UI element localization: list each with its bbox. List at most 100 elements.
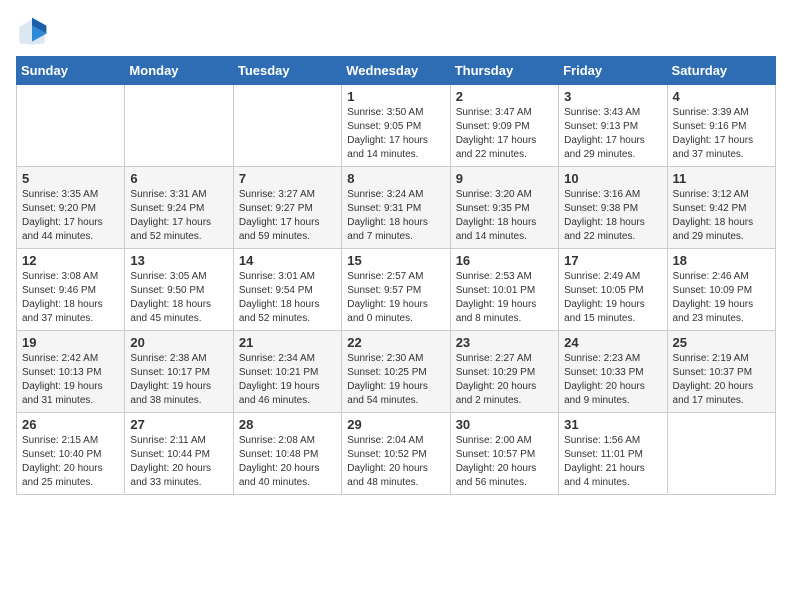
day-info: Sunrise: 3:16 AM Sunset: 9:38 PM Dayligh… [564, 188, 661, 244]
day-info: Sunrise: 3:31 AM Sunset: 9:24 PM Dayligh… [130, 188, 227, 244]
calendar-table: SundayMondayTuesdayWednesdayThursdayFrid… [16, 56, 776, 495]
day-info: Sunrise: 2:04 AM Sunset: 10:52 PM Daylig… [347, 434, 444, 490]
day-number: 8 [347, 171, 444, 186]
day-info: Sunrise: 3:12 AM Sunset: 9:42 PM Dayligh… [673, 188, 770, 244]
day-number: 3 [564, 89, 661, 104]
day-info: Sunrise: 2:57 AM Sunset: 9:57 PM Dayligh… [347, 270, 444, 326]
day-info: Sunrise: 2:23 AM Sunset: 10:33 PM Daylig… [564, 352, 661, 408]
day-number: 5 [22, 171, 119, 186]
day-info: Sunrise: 2:30 AM Sunset: 10:25 PM Daylig… [347, 352, 444, 408]
day-number: 13 [130, 253, 227, 268]
day-of-week-header: Thursday [450, 57, 558, 85]
day-info: Sunrise: 3:05 AM Sunset: 9:50 PM Dayligh… [130, 270, 227, 326]
calendar-cell: 17Sunrise: 2:49 AM Sunset: 10:05 PM Dayl… [559, 249, 667, 331]
calendar-cell [17, 85, 125, 167]
day-number: 6 [130, 171, 227, 186]
day-number: 14 [239, 253, 336, 268]
day-of-week-header: Saturday [667, 57, 775, 85]
day-info: Sunrise: 3:08 AM Sunset: 9:46 PM Dayligh… [22, 270, 119, 326]
day-info: Sunrise: 2:27 AM Sunset: 10:29 PM Daylig… [456, 352, 553, 408]
calendar-cell: 14 Sunrise: 3:01 AM Sunset: 9:54 PM Dayli… [233, 249, 341, 331]
days-of-week-row: SundayMondayTuesdayWednesdayThursdayFrid… [17, 57, 776, 85]
calendar-cell: 10 Sunrise: 3:16 AM Sunset: 9:38 PM Dayli… [559, 167, 667, 249]
calendar-cell: 25 Sunrise: 2:19 AM Sunset: 10:37 PM Dayl… [667, 331, 775, 413]
day-info: Sunrise: 2:19 AM Sunset: 10:37 PM Daylig… [673, 352, 770, 408]
day-info: Sunrise: 3:27 AM Sunset: 9:27 PM Dayligh… [239, 188, 336, 244]
day-number: 28 [239, 417, 336, 432]
calendar-cell: 20 Sunrise: 2:38 AM Sunset: 10:17 PM Dayl… [125, 331, 233, 413]
day-info: Sunrise: 2:00 AM Sunset: 10:57 PM Daylig… [456, 434, 553, 490]
day-info: Sunrise: 3:39 AM Sunset: 9:16 PM Dayligh… [673, 106, 770, 162]
calendar-cell: 31 Sunrise: 1:56 AM Sunset: 11:01 PM Dayl… [559, 413, 667, 495]
calendar-cell: 15 Sunrise: 2:57 AM Sunset: 9:57 PM Dayli… [342, 249, 450, 331]
calendar-cell: 24Sunrise: 2:23 AM Sunset: 10:33 PM Dayl… [559, 331, 667, 413]
calendar-cell: 3Sunrise: 3:43 AM Sunset: 9:13 PM Daylig… [559, 85, 667, 167]
day-info: Sunrise: 2:38 AM Sunset: 10:17 PM Daylig… [130, 352, 227, 408]
day-number: 26 [22, 417, 119, 432]
calendar-cell: 9 Sunrise: 3:20 AM Sunset: 9:35 PM Daylig… [450, 167, 558, 249]
calendar-cell: 27 Sunrise: 2:11 AM Sunset: 10:44 PM Dayl… [125, 413, 233, 495]
day-info: Sunrise: 2:34 AM Sunset: 10:21 PM Daylig… [239, 352, 336, 408]
day-number: 23 [456, 335, 553, 350]
day-number: 31 [564, 417, 661, 432]
calendar-cell: 19 Sunrise: 2:42 AM Sunset: 10:13 PM Dayl… [17, 331, 125, 413]
day-of-week-header: Friday [559, 57, 667, 85]
day-of-week-header: Sunday [17, 57, 125, 85]
calendar-week-row: 12 Sunrise: 3:08 AM Sunset: 9:46 PM Dayli… [17, 249, 776, 331]
logo [16, 16, 52, 48]
calendar-cell: 4 Sunrise: 3:39 AM Sunset: 9:16 PM Daylig… [667, 85, 775, 167]
day-info: Sunrise: 2:46 AM Sunset: 10:09 PM Daylig… [673, 270, 770, 326]
day-info: Sunrise: 3:24 AM Sunset: 9:31 PM Dayligh… [347, 188, 444, 244]
day-number: 4 [673, 89, 770, 104]
day-number: 10 [564, 171, 661, 186]
day-number: 30 [456, 417, 553, 432]
day-number: 1 [347, 89, 444, 104]
day-number: 25 [673, 335, 770, 350]
calendar-cell: 8 Sunrise: 3:24 AM Sunset: 9:31 PM Daylig… [342, 167, 450, 249]
day-number: 15 [347, 253, 444, 268]
day-number: 17 [564, 253, 661, 268]
day-of-week-header: Tuesday [233, 57, 341, 85]
day-info: Sunrise: 2:42 AM Sunset: 10:13 PM Daylig… [22, 352, 119, 408]
day-info: Sunrise: 3:01 AM Sunset: 9:54 PM Dayligh… [239, 270, 336, 326]
day-number: 9 [456, 171, 553, 186]
day-number: 27 [130, 417, 227, 432]
day-info: Sunrise: 3:50 AM Sunset: 9:05 PM Dayligh… [347, 106, 444, 162]
day-of-week-header: Wednesday [342, 57, 450, 85]
day-info: Sunrise: 2:53 AM Sunset: 10:01 PM Daylig… [456, 270, 553, 326]
day-info: Sunrise: 3:35 AM Sunset: 9:20 PM Dayligh… [22, 188, 119, 244]
calendar-cell: 16 Sunrise: 2:53 AM Sunset: 10:01 PM Dayl… [450, 249, 558, 331]
day-of-week-header: Monday [125, 57, 233, 85]
calendar-cell [233, 85, 341, 167]
logo-icon [16, 16, 48, 48]
day-info: Sunrise: 1:56 AM Sunset: 11:01 PM Daylig… [564, 434, 661, 490]
day-number: 7 [239, 171, 336, 186]
day-number: 2 [456, 89, 553, 104]
calendar-body: 1 Sunrise: 3:50 AM Sunset: 9:05 PM Daylig… [17, 85, 776, 495]
calendar-week-row: 19 Sunrise: 2:42 AM Sunset: 10:13 PM Dayl… [17, 331, 776, 413]
calendar-cell: 18 Sunrise: 2:46 AM Sunset: 10:09 PM Dayl… [667, 249, 775, 331]
calendar-cell: 29 Sunrise: 2:04 AM Sunset: 10:52 PM Dayl… [342, 413, 450, 495]
calendar-week-row: 26 Sunrise: 2:15 AM Sunset: 10:40 PM Dayl… [17, 413, 776, 495]
calendar-cell: 5 Sunrise: 3:35 AM Sunset: 9:20 PM Daylig… [17, 167, 125, 249]
day-info: Sunrise: 2:11 AM Sunset: 10:44 PM Daylig… [130, 434, 227, 490]
day-number: 12 [22, 253, 119, 268]
day-number: 20 [130, 335, 227, 350]
calendar-cell: 22Sunrise: 2:30 AM Sunset: 10:25 PM Dayl… [342, 331, 450, 413]
day-number: 18 [673, 253, 770, 268]
day-number: 19 [22, 335, 119, 350]
day-number: 21 [239, 335, 336, 350]
day-info: Sunrise: 3:20 AM Sunset: 9:35 PM Dayligh… [456, 188, 553, 244]
calendar-cell [125, 85, 233, 167]
calendar-week-row: 5 Sunrise: 3:35 AM Sunset: 9:20 PM Daylig… [17, 167, 776, 249]
calendar-cell: 11Sunrise: 3:12 AM Sunset: 9:42 PM Dayli… [667, 167, 775, 249]
day-number: 29 [347, 417, 444, 432]
calendar-cell: 23 Sunrise: 2:27 AM Sunset: 10:29 PM Dayl… [450, 331, 558, 413]
day-info: Sunrise: 2:08 AM Sunset: 10:48 PM Daylig… [239, 434, 336, 490]
day-number: 16 [456, 253, 553, 268]
calendar-week-row: 1 Sunrise: 3:50 AM Sunset: 9:05 PM Daylig… [17, 85, 776, 167]
calendar-cell: 26 Sunrise: 2:15 AM Sunset: 10:40 PM Dayl… [17, 413, 125, 495]
calendar-cell: 30 Sunrise: 2:00 AM Sunset: 10:57 PM Dayl… [450, 413, 558, 495]
calendar-cell: 6 Sunrise: 3:31 AM Sunset: 9:24 PM Daylig… [125, 167, 233, 249]
day-info: Sunrise: 2:15 AM Sunset: 10:40 PM Daylig… [22, 434, 119, 490]
